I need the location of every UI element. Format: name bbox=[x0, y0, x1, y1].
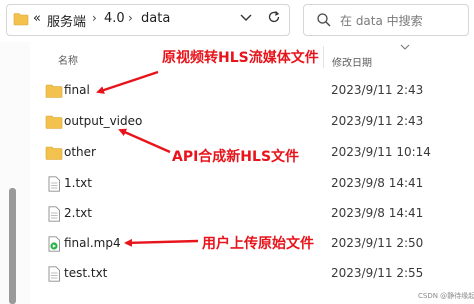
annotation-hls-conversion: 原视频转HLS流媒体文件 bbox=[162, 50, 319, 66]
arrow-to-output-video-folder bbox=[118, 128, 171, 154]
watermark: CSDN @静待缘起 bbox=[418, 292, 474, 300]
annotation-user-upload: 用户上传原始文件 bbox=[202, 236, 314, 252]
annotation-api-output: API合成新HLS文件 bbox=[172, 149, 300, 165]
arrow-to-final-folder bbox=[96, 70, 159, 94]
arrow-to-final-mp4 bbox=[124, 238, 199, 247]
